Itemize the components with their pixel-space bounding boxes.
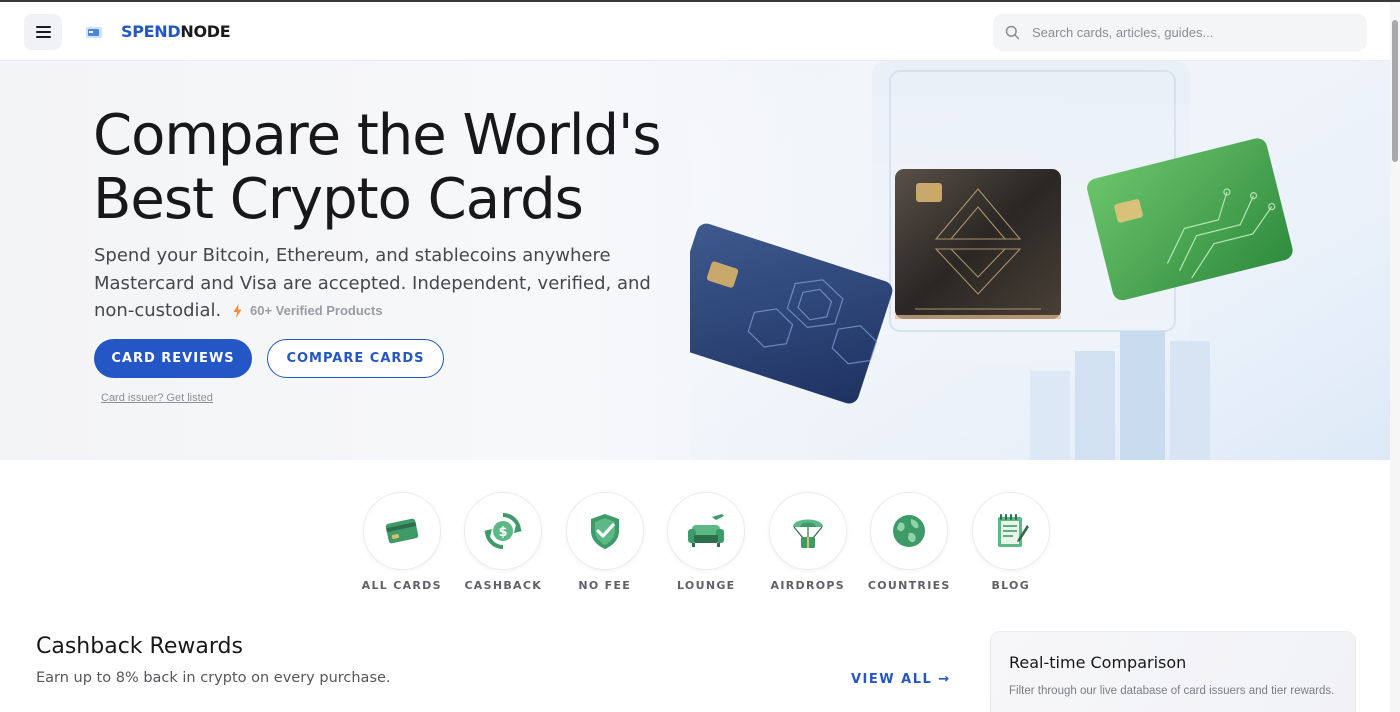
site-logo[interactable]: SPENDNODE (84, 22, 231, 41)
cashback-section-title: Cashback Rewards (36, 634, 243, 659)
category-countries[interactable]: COUNTRIES (859, 492, 961, 592)
search-input[interactable] (1032, 25, 1332, 40)
logo-card-icon (86, 26, 102, 38)
logo-text: SPENDNODE (121, 22, 231, 41)
hero-subtitle: Spend your Bitcoin, Ethereum, and stable… (94, 242, 654, 325)
menu-button[interactable] (24, 14, 62, 50)
svg-text:$: $ (499, 525, 508, 540)
credit-card-icon (385, 518, 418, 544)
cashback-section-subtitle: Earn up to 8% back in crypto on every pu… (36, 670, 391, 686)
category-label: CASHBACK (464, 579, 543, 592)
airdrop-icon (792, 519, 823, 548)
realtime-title: Real-time Comparison (1009, 653, 1187, 672)
shield-check-icon (590, 514, 619, 549)
crypto-cards-illustration (690, 61, 1390, 460)
lounge-icon (688, 514, 725, 547)
category-nav: ALL CARDS $ CASHBACK NO FEE LOUNGE AIRDR… (351, 492, 1062, 592)
notepad-icon (997, 514, 1029, 547)
compare-cards-button[interactable]: COMPARE CARDS (267, 339, 444, 378)
category-no-fee[interactable]: NO FEE (554, 492, 656, 592)
category-circle[interactable]: $ (464, 492, 543, 570)
category-cashback[interactable]: $ CASHBACK (453, 492, 555, 592)
category-label: LOUNGE (677, 579, 736, 592)
category-label: NO FEE (578, 579, 632, 592)
scrollbar-track[interactable] (1390, 2, 1400, 712)
hamburger-icon (35, 26, 51, 38)
category-all-cards[interactable]: ALL CARDS (351, 492, 453, 592)
hero-title-line1: Compare the World's (93, 103, 662, 168)
verified-products-badge: 60+ Verified Products (233, 297, 383, 325)
category-circle[interactable] (768, 492, 847, 570)
category-label: COUNTRIES (867, 579, 951, 592)
search-icon (1005, 25, 1020, 40)
category-label: ALL CARDS (361, 579, 442, 592)
hero-title-line2: Best Crypto Cards (93, 167, 584, 232)
hero-section: Compare the World's Best Crypto Cards Sp… (0, 61, 1390, 460)
category-lounge[interactable]: LOUNGE (656, 492, 758, 592)
realtime-comparison-card[interactable]: Real-time Comparison Filter through our … (990, 631, 1356, 712)
category-label: BLOG (991, 579, 1031, 592)
get-listed-link[interactable]: Card issuer? Get listed (101, 392, 213, 404)
category-circle[interactable] (565, 492, 644, 570)
view-all-link[interactable]: VIEW ALL → (851, 672, 951, 687)
category-circle[interactable] (362, 492, 441, 570)
category-blog[interactable]: BLOG (960, 492, 1062, 592)
top-navigation-bar: SPENDNODE (0, 0, 1400, 61)
hero-title: Compare the World's Best Crypto Cards (93, 103, 662, 232)
category-label: AIRDROPS (770, 579, 845, 592)
cashback-icon: $ (484, 513, 523, 549)
card-reviews-button[interactable]: CARD REVIEWS (94, 339, 252, 378)
category-circle[interactable] (667, 492, 746, 570)
realtime-subtitle: Filter through our live database of card… (1009, 685, 1335, 697)
category-airdrops[interactable]: AIRDROPS (757, 492, 859, 592)
category-circle[interactable] (971, 492, 1050, 570)
lightning-icon (233, 304, 242, 318)
globe-icon (893, 515, 926, 547)
badge-text: 60+ Verified Products (250, 303, 383, 319)
category-circle[interactable] (870, 492, 949, 570)
search-box[interactable] (993, 14, 1367, 51)
scrollbar-thumb[interactable] (1392, 20, 1398, 162)
